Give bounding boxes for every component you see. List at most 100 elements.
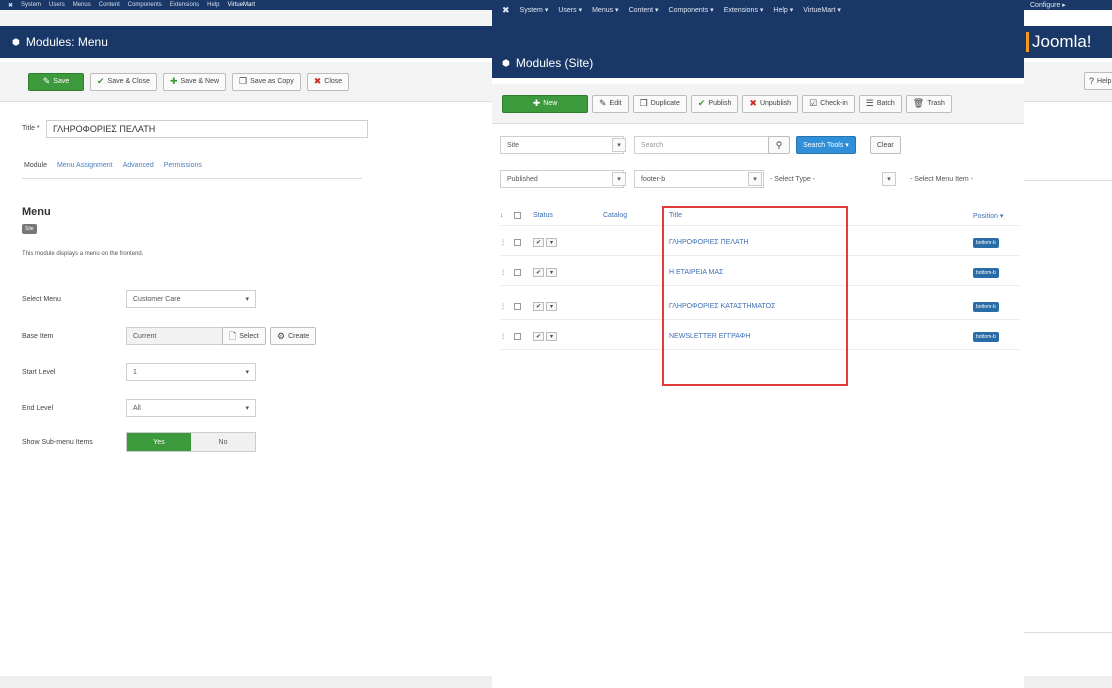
menu-item-filter[interactable]: - Select Menu Item - [904,170,1016,188]
clear-button[interactable]: Clear [870,136,901,154]
tab-advanced[interactable]: Advanced [123,162,154,169]
publish-toggle[interactable]: ✔ [533,238,544,247]
position-filter-arrow[interactable]: ▾ [748,172,762,186]
menu-components[interactable]: Components ▾ [669,6,714,14]
menu-extensions[interactable]: Extensions ▾ [724,6,764,14]
status-filter-arrow[interactable]: ▾ [612,172,626,186]
menu-users[interactable]: Users [49,2,65,8]
help-button[interactable]: ? Help [1084,72,1112,90]
save-button[interactable]: ✎ Save [28,72,84,91]
menu-system[interactable]: System [21,2,41,8]
batch-icon: ☰ [865,98,874,108]
publish-toggle[interactable]: ✔ [533,268,544,277]
plus-icon: ✚ [169,76,178,86]
duplicate-button[interactable]: ❐ Duplicate [632,94,687,113]
menu-virtuemart[interactable]: VirtueMart ▾ [803,6,841,14]
col-catalog[interactable]: Catalog [603,212,669,219]
end-level-dropdown[interactable]: All ▾ [126,399,256,417]
joomla-icon[interactable]: ✖ [8,2,13,9]
right-header: ⬢ Modules (Site) [492,48,1024,78]
far-right-header: Joomla! [1024,26,1112,58]
status-dropdown[interactable]: ▾ [546,302,557,311]
save-icon: ✎ [42,76,51,86]
menu-content[interactable]: Content ▾ [629,6,659,14]
chevron-down-icon: ▾ [245,405,249,412]
order-icon[interactable]: ↕ [500,213,514,219]
highlight-box [662,206,848,386]
joomla-logo[interactable]: Joomla! [1026,32,1092,52]
menu-extensions[interactable]: Extensions [170,2,199,8]
position-badge: bottom-b [973,331,999,342]
position-filter[interactable]: footer-b [634,170,764,188]
tab-module[interactable]: Module [24,162,47,169]
tab-permissions[interactable]: Permissions [164,162,202,169]
row-checkbox[interactable] [514,269,521,276]
edit-button[interactable]: ✎ Edit [592,94,629,113]
menu-system[interactable]: System ▾ [520,6,549,14]
publish-toggle[interactable]: ✔ [533,302,544,311]
publish-toggle[interactable]: ✔ [533,332,544,341]
site-select[interactable]: Site [500,136,624,154]
menu-users[interactable]: Users ▾ [558,6,582,14]
select-menu-dropdown[interactable]: Customer Care ▾ [126,290,256,308]
save-close-button[interactable]: ✔ Save & Close [90,72,157,91]
position-badge: bottom-b [973,237,999,248]
site-badge: Site [22,224,37,234]
menu-help[interactable]: Help [207,2,219,8]
drag-handle-icon[interactable]: ⋮ [500,333,514,340]
site-select-arrow[interactable]: ▾ [612,138,626,152]
row-checkbox[interactable] [514,239,521,246]
tab-menu-assignment[interactable]: Menu Assignment [57,162,113,169]
title-input[interactable]: ΓΛΗΡΟΦΟΡΙΕΣ ΠΕΛΑΤΗ [46,120,368,138]
check-icon: ✔ [697,98,706,108]
col-status[interactable]: Status [533,212,603,219]
create-base-button[interactable]: ⚙ Create [270,327,317,345]
checkin-button[interactable]: ☑ Check-in [802,94,855,113]
publish-button[interactable]: ✔ Publish [690,94,739,113]
search-input[interactable]: Search [634,136,784,154]
start-level-dropdown[interactable]: 1 ▾ [126,363,256,381]
yes-option[interactable]: Yes [127,433,191,451]
save-new-button[interactable]: ✚ Save & New [162,72,227,91]
left-subbar [0,10,492,26]
chevron-down-icon: ▾ [245,369,249,376]
status-toggles: ✔ ▾ [533,302,669,311]
cube-icon: ⬢ [12,36,20,47]
menu-virtuemart[interactable]: VirtueMart [227,2,255,8]
row-checkbox[interactable] [514,303,521,310]
user-menu[interactable]: Configure ▸ [1030,1,1066,9]
type-filter[interactable]: - Select Type - [764,170,900,188]
status-dropdown[interactable]: ▾ [546,332,557,341]
status-dropdown[interactable]: ▾ [546,238,557,247]
col-position[interactable]: Position ▾ [973,212,1003,220]
search-button[interactable]: ⚲ [768,136,790,154]
menu-help[interactable]: Help ▾ [773,6,793,14]
no-option[interactable]: No [191,433,255,451]
select-all-checkbox[interactable] [514,212,521,219]
close-button[interactable]: ✖ Close [306,72,350,91]
plus-circle-icon: ✚ [532,98,541,108]
menu-menus[interactable]: Menus [73,2,91,8]
trash-button[interactable]: 🗑 Trash [905,94,952,113]
status-filter[interactable]: Published [500,170,624,188]
save-copy-button[interactable]: ❐ Save as Copy [232,72,301,91]
base-item-label: Base Item [22,333,54,340]
row-checkbox[interactable] [514,333,521,340]
menu-components[interactable]: Components [128,2,162,8]
menu-content[interactable]: Content [99,2,120,8]
status-dropdown[interactable]: ▾ [546,268,557,277]
drag-handle-icon[interactable]: ⋮ [500,303,514,310]
far-right-divider [1024,632,1112,633]
batch-button[interactable]: ☰ Batch [858,94,902,113]
right-toolbar: ✚ New ✎ Edit ❐ Duplicate ✔ Publish ✖ Unp… [492,84,1024,124]
menu-menus[interactable]: Menus ▾ [592,6,618,14]
type-filter-arrow[interactable]: ▾ [882,172,896,186]
new-button[interactable]: ✚ New [502,94,588,113]
drag-handle-icon[interactable]: ⋮ [500,239,514,246]
joomla-icon[interactable]: ✖ [502,5,510,16]
search-tools-button[interactable]: Search Tools ▾ [796,136,856,154]
right-subbar [492,20,1024,48]
select-base-button[interactable]: 🗋 Select [222,327,266,345]
unpublish-button[interactable]: ✖ Unpublish [742,94,799,113]
drag-handle-icon[interactable]: ⋮ [500,269,514,276]
